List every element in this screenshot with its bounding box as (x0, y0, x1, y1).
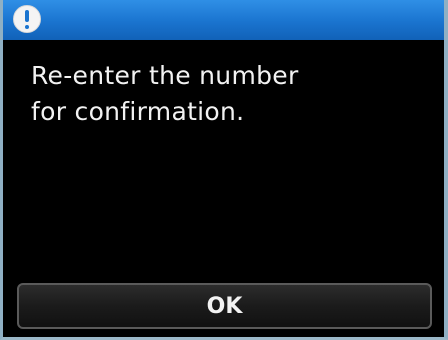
exclamation-icon (13, 5, 41, 33)
confirmation-dialog: Re-enter the number for confirmation. OK (0, 0, 448, 340)
ok-button[interactable]: OK (17, 283, 432, 329)
title-bar (3, 0, 444, 40)
dialog-message: Re-enter the number for confirmation. (31, 61, 299, 126)
